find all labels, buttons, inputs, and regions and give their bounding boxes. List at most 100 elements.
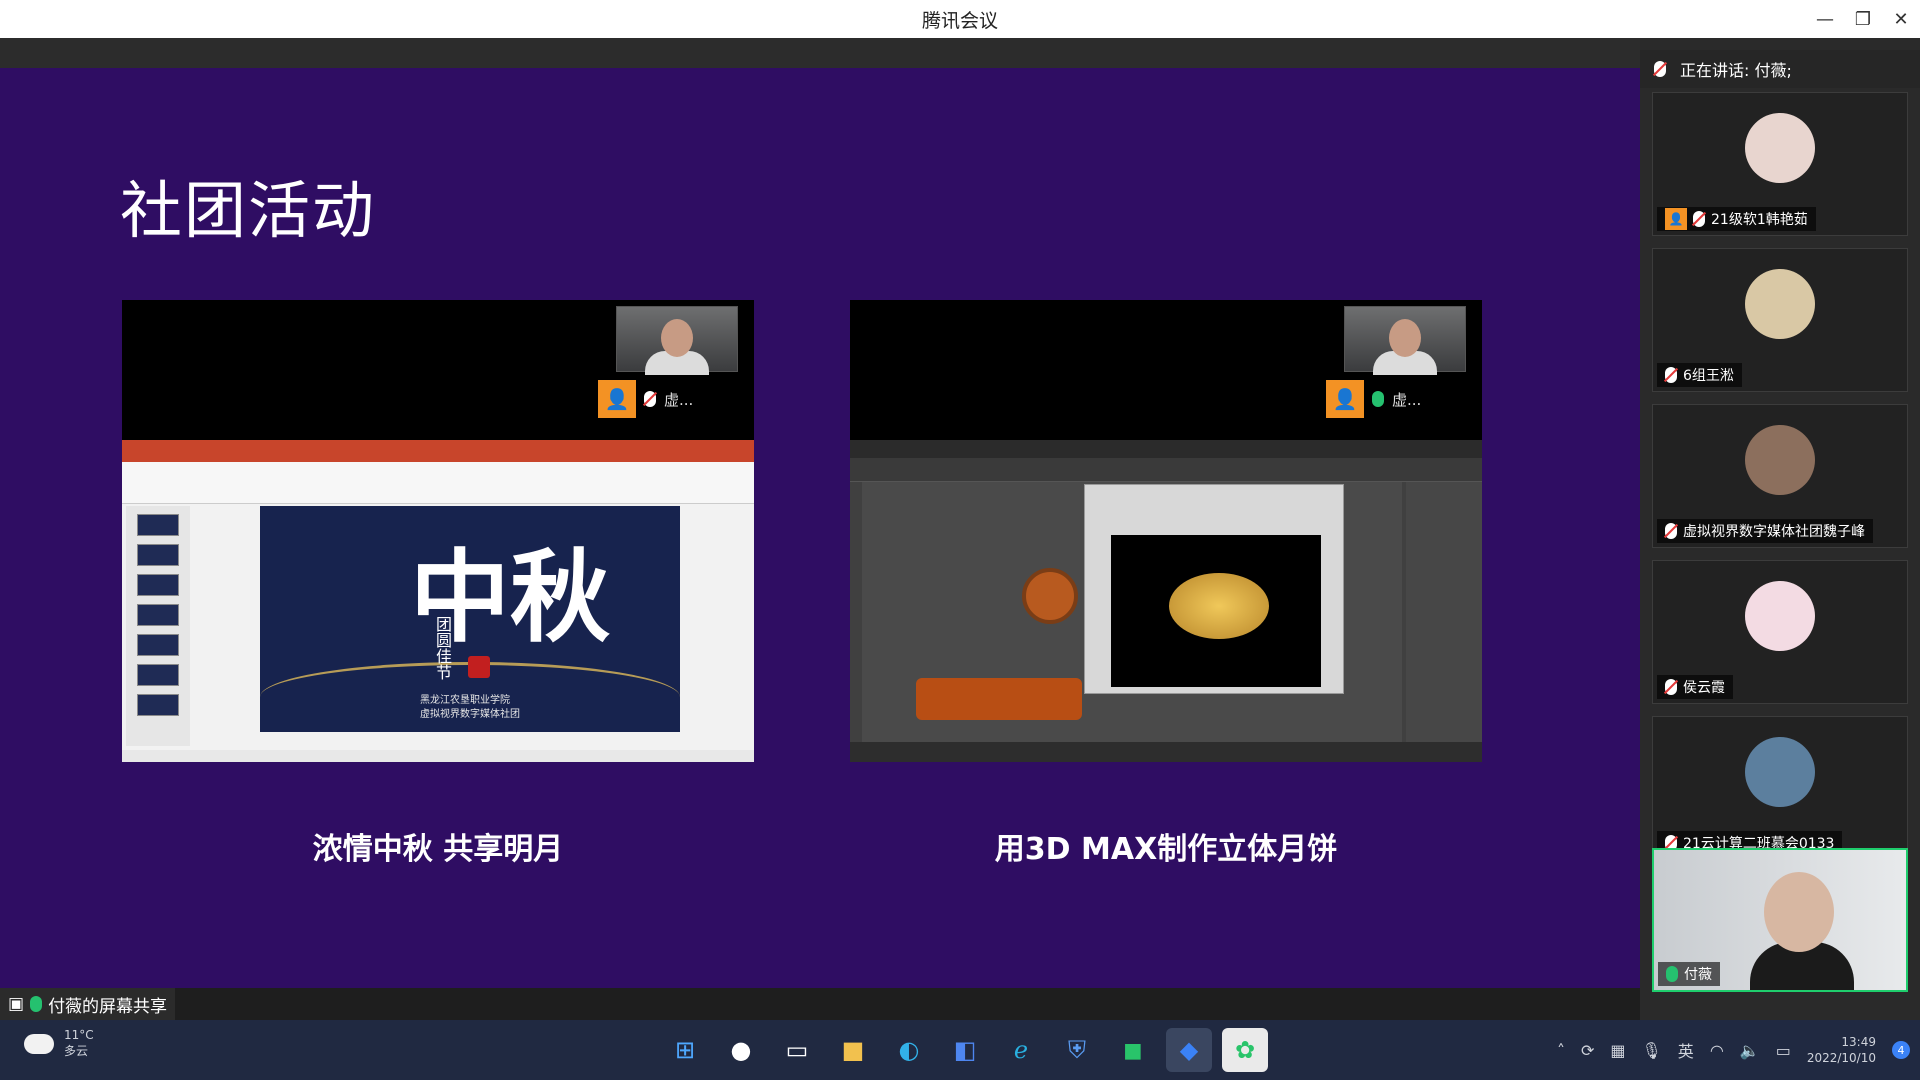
presenter-name: 虚... [1392, 390, 1422, 409]
red-seal-stamp [468, 656, 490, 678]
ppt-sub-line2: 虚拟视界数字媒体社团 [420, 709, 520, 720]
presenter-tag: 👤 虚... [1326, 380, 1466, 418]
ime-indicator[interactable]: 英 [1678, 1038, 1694, 1062]
render-output [1111, 535, 1321, 687]
user-avatar-icon: 👤 [598, 380, 636, 418]
presenter-camera-thumbnail [616, 306, 738, 375]
participant-tile[interactable]: 6组王淞 [1652, 248, 1908, 392]
3dsmax-window [850, 440, 1482, 762]
ppt-thumb [137, 634, 179, 656]
participant-avatar [1745, 737, 1815, 807]
edge-browser-icon[interactable]: ◐ [886, 1028, 932, 1072]
ppt-thumb [137, 604, 179, 626]
participant-name: 虚拟视界数字媒体社团魏子峰 [1683, 524, 1865, 540]
mic-on-icon [30, 996, 43, 1012]
person-face [661, 319, 693, 357]
minimize-icon[interactable]: — [1806, 0, 1844, 38]
participant-avatar [1745, 269, 1815, 339]
participant-tag: 付薇 [1658, 962, 1720, 986]
mic-on-icon [1666, 966, 1678, 982]
task-view-icon[interactable]: ▭ [774, 1028, 820, 1072]
powerpoint-window: 中秋 团圆佳节 黑龙江农垦职业学院 虚拟视界数字媒体社团 [122, 440, 754, 762]
ppt-thumb [137, 514, 179, 536]
mic-muted-icon [1665, 679, 1677, 695]
screen-share-tag[interactable]: ▣ 付薇的屏幕共享 [0, 988, 176, 1020]
ppt-sub-text: 黑龙江农垦职业学院 虚拟视界数字媒体社团 [420, 694, 520, 722]
volume-icon[interactable]: 🔈 [1740, 1041, 1760, 1060]
participant-name: 6组王淞 [1683, 368, 1734, 384]
participant-tile[interactable]: 侯云霞 [1652, 560, 1908, 704]
participant-name: 付薇 [1684, 967, 1712, 983]
ppt-thumb [137, 544, 179, 566]
speaking-indicator: 正在讲话: 付薇; [1640, 50, 1920, 88]
ppt-vertical-text: 团圆佳节 [433, 616, 452, 680]
caption-left: 浓情中秋 共享明月 [312, 832, 564, 867]
render-frame-window [1084, 484, 1344, 694]
clock-time: 13:49 [1841, 1035, 1876, 1049]
security-shield-icon[interactable]: ⛨ [1054, 1028, 1100, 1072]
presenter-name: 虚... [664, 390, 694, 409]
participant-avatar [1745, 581, 1815, 651]
notification-badge[interactable]: 4 [1892, 1041, 1910, 1059]
mic-muted-icon [1665, 523, 1677, 539]
windows-taskbar: 11°C 多云 ⊞ ● ▭ ■ ◐ ◧ ℯ ⛨ ◼ ◆ ✿ ˄ ⟳ ▦ 🎙 英 … [0, 1020, 1920, 1080]
windows-start-icon[interactable]: ⊞ [662, 1028, 708, 1072]
caption-right: 用3D MAX制作立体月饼 [994, 832, 1338, 867]
store-icon[interactable]: ◧ [942, 1028, 988, 1072]
participant-tile-active-speaker[interactable]: 付薇 [1652, 848, 1908, 992]
participant-tile[interactable]: 21云计算二班慕会0133 [1652, 716, 1908, 860]
wifi-icon[interactable]: ◠ [1710, 1041, 1724, 1060]
clock[interactable]: 13:49 2022/10/10 [1807, 1034, 1876, 1066]
ppt-toolbar [122, 462, 754, 504]
ppt-thumb [137, 574, 179, 596]
participant-tile[interactable]: 虚拟视界数字媒体社团魏子峰 [1652, 404, 1908, 548]
mic-on-icon [1372, 391, 1384, 407]
participant-tag: 虚拟视界数字媒体社团魏子峰 [1657, 519, 1873, 543]
window-title: 腾讯会议 [921, 9, 998, 32]
weather-desc: 多云 [64, 1044, 89, 1058]
participant-avatar [1745, 425, 1815, 495]
ie-browser-icon[interactable]: ℯ [998, 1028, 1044, 1072]
battery-icon[interactable]: ▭ [1776, 1041, 1791, 1060]
slide-title: 社团活动 [120, 174, 377, 247]
clock-date: 2022/10/10 [1806, 1051, 1876, 1065]
wechat-icon[interactable]: ✿ [1222, 1028, 1268, 1072]
mic-muted-icon [644, 391, 656, 407]
user-avatar-icon: 👤 [1665, 208, 1687, 230]
user-avatar-icon: 👤 [1326, 380, 1364, 418]
ppt-status-bar [122, 750, 754, 762]
sync-icon[interactable]: ⟳ [1581, 1041, 1594, 1060]
participant-name: 侯云霞 [1683, 680, 1725, 696]
3dsmax-timeline [850, 742, 1482, 762]
person-face [1389, 319, 1421, 357]
mic-tray-icon[interactable]: 🎙 [1641, 1041, 1661, 1060]
mooncake-top-view [1022, 568, 1078, 624]
participant-avatar [1745, 113, 1815, 183]
slide-image-right: 👤 虚... [850, 300, 1482, 762]
chevron-up-icon[interactable]: ˄ [1557, 1041, 1565, 1060]
restore-icon[interactable]: ❐ [1844, 0, 1882, 38]
taskbar-apps: ⊞ ● ▭ ■ ◐ ◧ ℯ ⛨ ◼ ◆ ✿ [662, 1028, 1268, 1072]
rendered-mooncake [1169, 573, 1269, 639]
screen-share-label: 付薇的屏幕共享 [48, 996, 168, 1017]
speaking-label: 正在讲话: 付薇; [1680, 61, 1792, 80]
shared-screen-stage: 社团活动 👤 虚... 中秋 团圆佳节 黑龙江农垦职业学院 虚拟视界数字媒体社团… [0, 68, 1640, 988]
mic-muted-icon [1693, 211, 1705, 227]
weather-widget[interactable]: 11°C 多云 [24, 1028, 94, 1059]
share-status-strip [0, 988, 1640, 1020]
app-grid-icon[interactable]: ▦ [1610, 1041, 1625, 1060]
participant-tag: 侯云霞 [1657, 675, 1733, 699]
mooncake-side-view [916, 678, 1082, 720]
search-icon[interactable]: ● [718, 1028, 764, 1072]
mic-muted-icon [1654, 61, 1666, 77]
ppt-thumbnail-pane [126, 506, 190, 746]
system-tray: ˄ ⟳ ▦ 🎙 英 ◠ 🔈 ▭ 13:49 2022/10/10 4 [1557, 1028, 1910, 1072]
file-explorer-icon[interactable]: ■ [830, 1028, 876, 1072]
green-app-icon[interactable]: ◼ [1110, 1028, 1156, 1072]
3dsmax-toolbar [850, 458, 1482, 482]
tencent-meeting-icon[interactable]: ◆ [1166, 1028, 1212, 1072]
participant-tile[interactable]: 👤 21级软1韩艳茹 [1652, 92, 1908, 236]
ppt-thumb [137, 664, 179, 686]
close-icon[interactable]: ✕ [1882, 0, 1920, 38]
mic-muted-icon [1665, 367, 1677, 383]
